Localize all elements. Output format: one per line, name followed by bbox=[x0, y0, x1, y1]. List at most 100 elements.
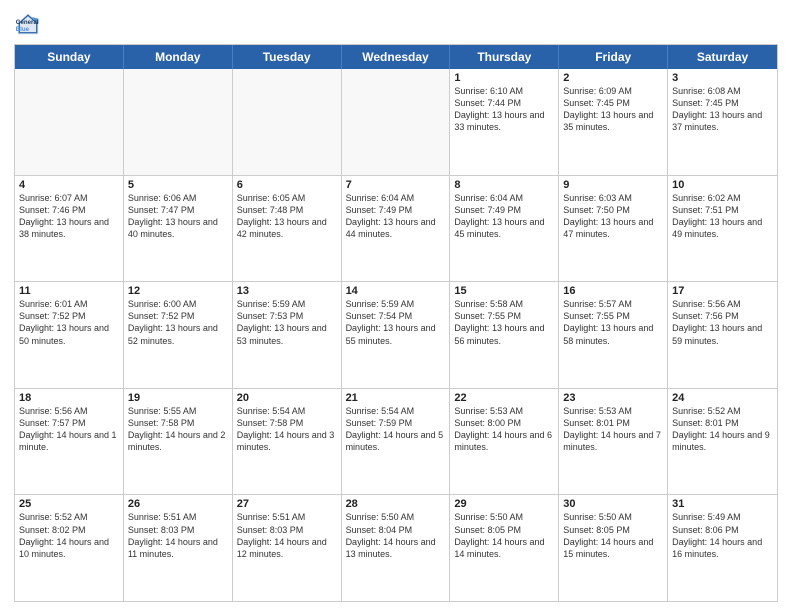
cell-28: 28Sunrise: 5:50 AM Sunset: 8:04 PM Dayli… bbox=[342, 495, 451, 601]
cell-number: 7 bbox=[346, 179, 446, 191]
calendar-row-1: 4Sunrise: 6:07 AM Sunset: 7:46 PM Daylig… bbox=[15, 176, 777, 283]
cell-3: 3Sunrise: 6:08 AM Sunset: 7:45 PM Daylig… bbox=[668, 69, 777, 175]
day-header-monday: Monday bbox=[124, 45, 233, 69]
cell-10: 10Sunrise: 6:02 AM Sunset: 7:51 PM Dayli… bbox=[668, 176, 777, 282]
calendar-row-0: 1Sunrise: 6:10 AM Sunset: 7:44 PM Daylig… bbox=[15, 69, 777, 176]
cell-number: 2 bbox=[563, 72, 663, 84]
cell-29: 29Sunrise: 5:50 AM Sunset: 8:05 PM Dayli… bbox=[450, 495, 559, 601]
cell-number: 21 bbox=[346, 392, 446, 404]
cell-16: 16Sunrise: 5:57 AM Sunset: 7:55 PM Dayli… bbox=[559, 282, 668, 388]
cell-1: 1Sunrise: 6:10 AM Sunset: 7:44 PM Daylig… bbox=[450, 69, 559, 175]
day-header-sunday: Sunday bbox=[15, 45, 124, 69]
logo: General Blue bbox=[14, 10, 46, 38]
cell-number: 8 bbox=[454, 179, 554, 191]
cell-number: 10 bbox=[672, 179, 773, 191]
cell-number: 30 bbox=[563, 498, 663, 510]
cell-number: 18 bbox=[19, 392, 119, 404]
day-header-wednesday: Wednesday bbox=[342, 45, 451, 69]
day-header-friday: Friday bbox=[559, 45, 668, 69]
cell-4: 4Sunrise: 6:07 AM Sunset: 7:46 PM Daylig… bbox=[15, 176, 124, 282]
day-headers: SundayMondayTuesdayWednesdayThursdayFrid… bbox=[15, 45, 777, 69]
cell-empty-1 bbox=[124, 69, 233, 175]
calendar: SundayMondayTuesdayWednesdayThursdayFrid… bbox=[14, 44, 778, 602]
cell-info: Sunrise: 6:04 AM Sunset: 7:49 PM Dayligh… bbox=[454, 192, 554, 241]
svg-text:Blue: Blue bbox=[16, 26, 30, 33]
cell-info: Sunrise: 5:50 AM Sunset: 8:05 PM Dayligh… bbox=[454, 511, 554, 560]
cell-empty-3 bbox=[342, 69, 451, 175]
cell-6: 6Sunrise: 6:05 AM Sunset: 7:48 PM Daylig… bbox=[233, 176, 342, 282]
day-header-tuesday: Tuesday bbox=[233, 45, 342, 69]
cell-info: Sunrise: 5:59 AM Sunset: 7:54 PM Dayligh… bbox=[346, 298, 446, 347]
cell-info: Sunrise: 6:09 AM Sunset: 7:45 PM Dayligh… bbox=[563, 85, 663, 134]
cell-info: Sunrise: 6:08 AM Sunset: 7:45 PM Dayligh… bbox=[672, 85, 773, 134]
cell-24: 24Sunrise: 5:52 AM Sunset: 8:01 PM Dayli… bbox=[668, 389, 777, 495]
cell-number: 22 bbox=[454, 392, 554, 404]
cell-8: 8Sunrise: 6:04 AM Sunset: 7:49 PM Daylig… bbox=[450, 176, 559, 282]
cell-11: 11Sunrise: 6:01 AM Sunset: 7:52 PM Dayli… bbox=[15, 282, 124, 388]
cell-7: 7Sunrise: 6:04 AM Sunset: 7:49 PM Daylig… bbox=[342, 176, 451, 282]
cell-info: Sunrise: 5:50 AM Sunset: 8:05 PM Dayligh… bbox=[563, 511, 663, 560]
cell-number: 20 bbox=[237, 392, 337, 404]
cell-info: Sunrise: 5:57 AM Sunset: 7:55 PM Dayligh… bbox=[563, 298, 663, 347]
cell-number: 24 bbox=[672, 392, 773, 404]
cell-23: 23Sunrise: 5:53 AM Sunset: 8:01 PM Dayli… bbox=[559, 389, 668, 495]
cell-20: 20Sunrise: 5:54 AM Sunset: 7:58 PM Dayli… bbox=[233, 389, 342, 495]
cell-13: 13Sunrise: 5:59 AM Sunset: 7:53 PM Dayli… bbox=[233, 282, 342, 388]
calendar-row-3: 18Sunrise: 5:56 AM Sunset: 7:57 PM Dayli… bbox=[15, 389, 777, 496]
cell-info: Sunrise: 5:56 AM Sunset: 7:56 PM Dayligh… bbox=[672, 298, 773, 347]
cell-18: 18Sunrise: 5:56 AM Sunset: 7:57 PM Dayli… bbox=[15, 389, 124, 495]
cell-info: Sunrise: 5:52 AM Sunset: 8:01 PM Dayligh… bbox=[672, 405, 773, 454]
cell-number: 31 bbox=[672, 498, 773, 510]
svg-text:General: General bbox=[16, 19, 39, 26]
cell-25: 25Sunrise: 5:52 AM Sunset: 8:02 PM Dayli… bbox=[15, 495, 124, 601]
cell-info: Sunrise: 6:06 AM Sunset: 7:47 PM Dayligh… bbox=[128, 192, 228, 241]
cell-info: Sunrise: 5:53 AM Sunset: 8:00 PM Dayligh… bbox=[454, 405, 554, 454]
cell-number: 12 bbox=[128, 285, 228, 297]
cell-info: Sunrise: 6:01 AM Sunset: 7:52 PM Dayligh… bbox=[19, 298, 119, 347]
cell-15: 15Sunrise: 5:58 AM Sunset: 7:55 PM Dayli… bbox=[450, 282, 559, 388]
day-header-saturday: Saturday bbox=[668, 45, 777, 69]
calendar-row-4: 25Sunrise: 5:52 AM Sunset: 8:02 PM Dayli… bbox=[15, 495, 777, 601]
day-header-thursday: Thursday bbox=[450, 45, 559, 69]
cell-21: 21Sunrise: 5:54 AM Sunset: 7:59 PM Dayli… bbox=[342, 389, 451, 495]
cell-30: 30Sunrise: 5:50 AM Sunset: 8:05 PM Dayli… bbox=[559, 495, 668, 601]
cell-info: Sunrise: 5:51 AM Sunset: 8:03 PM Dayligh… bbox=[128, 511, 228, 560]
cell-5: 5Sunrise: 6:06 AM Sunset: 7:47 PM Daylig… bbox=[124, 176, 233, 282]
cell-number: 4 bbox=[19, 179, 119, 191]
cell-info: Sunrise: 6:07 AM Sunset: 7:46 PM Dayligh… bbox=[19, 192, 119, 241]
cell-9: 9Sunrise: 6:03 AM Sunset: 7:50 PM Daylig… bbox=[559, 176, 668, 282]
cell-14: 14Sunrise: 5:59 AM Sunset: 7:54 PM Dayli… bbox=[342, 282, 451, 388]
cell-number: 14 bbox=[346, 285, 446, 297]
cell-info: Sunrise: 5:49 AM Sunset: 8:06 PM Dayligh… bbox=[672, 511, 773, 560]
cell-number: 9 bbox=[563, 179, 663, 191]
cell-empty-0 bbox=[15, 69, 124, 175]
cell-17: 17Sunrise: 5:56 AM Sunset: 7:56 PM Dayli… bbox=[668, 282, 777, 388]
cell-number: 16 bbox=[563, 285, 663, 297]
cell-number: 26 bbox=[128, 498, 228, 510]
page: General Blue SundayMondayTuesdayWednesda… bbox=[0, 0, 792, 612]
cell-number: 6 bbox=[237, 179, 337, 191]
cell-info: Sunrise: 5:59 AM Sunset: 7:53 PM Dayligh… bbox=[237, 298, 337, 347]
cell-info: Sunrise: 5:55 AM Sunset: 7:58 PM Dayligh… bbox=[128, 405, 228, 454]
cell-empty-2 bbox=[233, 69, 342, 175]
cell-info: Sunrise: 5:58 AM Sunset: 7:55 PM Dayligh… bbox=[454, 298, 554, 347]
calendar-body: 1Sunrise: 6:10 AM Sunset: 7:44 PM Daylig… bbox=[15, 69, 777, 601]
cell-info: Sunrise: 6:04 AM Sunset: 7:49 PM Dayligh… bbox=[346, 192, 446, 241]
cell-info: Sunrise: 5:51 AM Sunset: 8:03 PM Dayligh… bbox=[237, 511, 337, 560]
cell-info: Sunrise: 6:10 AM Sunset: 7:44 PM Dayligh… bbox=[454, 85, 554, 134]
cell-26: 26Sunrise: 5:51 AM Sunset: 8:03 PM Dayli… bbox=[124, 495, 233, 601]
cell-number: 1 bbox=[454, 72, 554, 84]
cell-19: 19Sunrise: 5:55 AM Sunset: 7:58 PM Dayli… bbox=[124, 389, 233, 495]
cell-12: 12Sunrise: 6:00 AM Sunset: 7:52 PM Dayli… bbox=[124, 282, 233, 388]
cell-info: Sunrise: 5:56 AM Sunset: 7:57 PM Dayligh… bbox=[19, 405, 119, 454]
cell-number: 5 bbox=[128, 179, 228, 191]
cell-number: 27 bbox=[237, 498, 337, 510]
cell-info: Sunrise: 6:00 AM Sunset: 7:52 PM Dayligh… bbox=[128, 298, 228, 347]
header: General Blue bbox=[14, 10, 778, 38]
cell-31: 31Sunrise: 5:49 AM Sunset: 8:06 PM Dayli… bbox=[668, 495, 777, 601]
cell-number: 29 bbox=[454, 498, 554, 510]
cell-info: Sunrise: 6:03 AM Sunset: 7:50 PM Dayligh… bbox=[563, 192, 663, 241]
logo-icon: General Blue bbox=[14, 10, 42, 38]
cell-2: 2Sunrise: 6:09 AM Sunset: 7:45 PM Daylig… bbox=[559, 69, 668, 175]
cell-info: Sunrise: 5:54 AM Sunset: 7:58 PM Dayligh… bbox=[237, 405, 337, 454]
